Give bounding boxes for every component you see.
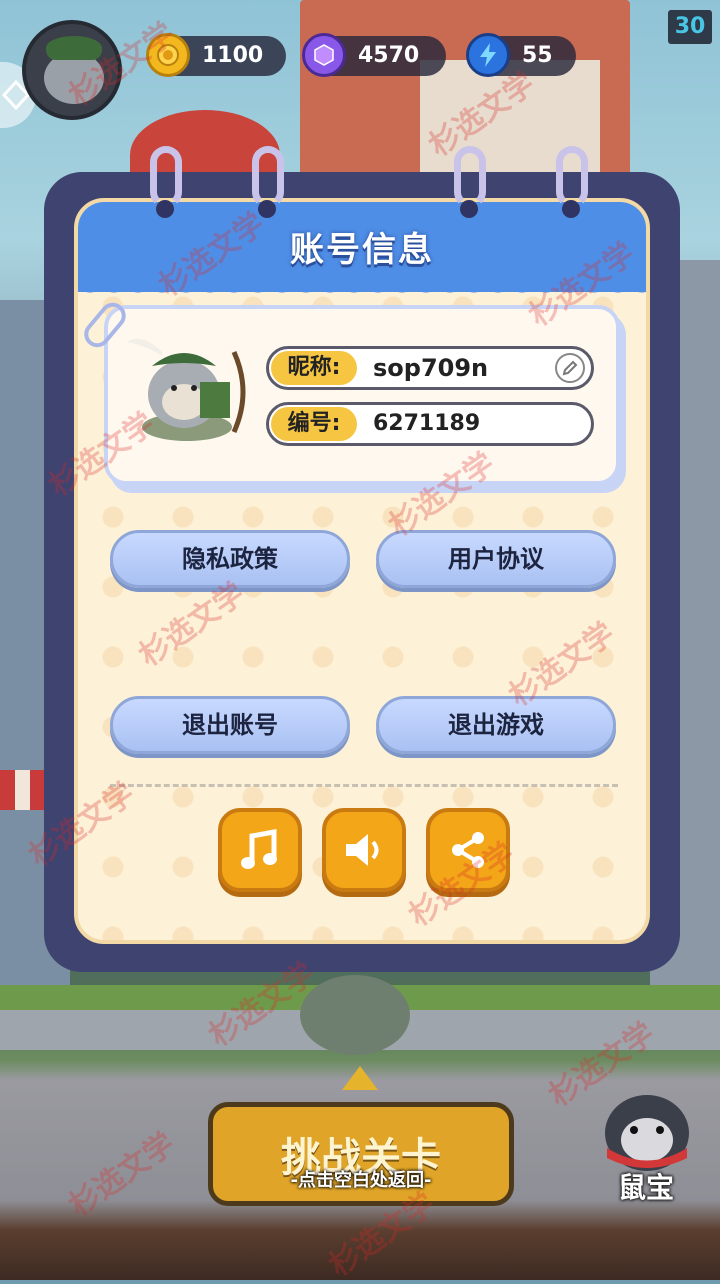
user-id-value: 6271189 (373, 411, 481, 436)
coin-icon (146, 33, 190, 77)
sound-icon (346, 834, 379, 866)
dialog-title: 账号信息 (290, 230, 434, 270)
character-portrait (122, 332, 252, 452)
energy-amount: 55 (522, 43, 553, 68)
share-button[interactable] (426, 808, 510, 892)
sound-toggle-button[interactable] (322, 808, 406, 892)
coin-counter[interactable]: 1100 (146, 33, 286, 77)
logout-button[interactable]: 退出账号 (110, 696, 350, 754)
lightning-icon (466, 33, 510, 77)
player-hamster-character (300, 975, 410, 1055)
music-icon (241, 829, 277, 869)
user-id-field: 编号: 6271189 (266, 402, 594, 446)
mascot-button[interactable] (592, 1078, 702, 1178)
player-avatar[interactable] (22, 20, 122, 120)
binder-ring (556, 146, 588, 208)
nickname-value: sop709n (373, 354, 489, 382)
binder-ring (454, 146, 486, 208)
tap-blank-to-return-hint: -点击空白处返回- (290, 1170, 432, 1191)
edit-icon[interactable] (555, 353, 585, 383)
mascot-label: 鼠宝 (617, 1171, 674, 1204)
user-agreement-button[interactable]: 用户协议 (376, 530, 616, 588)
coin-amount: 1100 (202, 43, 264, 68)
share-icon (452, 832, 484, 868)
nickname-label: 昵称: (271, 351, 357, 385)
privacy-policy-button[interactable]: 隐私政策 (110, 530, 350, 588)
fps-counter: 30 (668, 10, 712, 44)
binder-ring (150, 146, 182, 208)
exit-game-button[interactable]: 退出游戏 (376, 696, 616, 754)
gem-amount: 4570 (358, 43, 420, 68)
avatar-hat (46, 36, 102, 60)
binder-ring (252, 146, 284, 208)
nickname-field: 昵称: sop709n (266, 346, 594, 390)
mascot-hamster-icon (605, 1095, 689, 1171)
music-toggle-button[interactable] (218, 808, 302, 892)
gem-counter[interactable]: 4570 (302, 33, 446, 77)
energy-counter[interactable]: 55 (466, 33, 576, 77)
gem-icon (302, 33, 346, 77)
dashed-divider (110, 784, 618, 787)
user-id-label: 编号: (271, 407, 357, 441)
up-arrow-icon (342, 1066, 378, 1090)
